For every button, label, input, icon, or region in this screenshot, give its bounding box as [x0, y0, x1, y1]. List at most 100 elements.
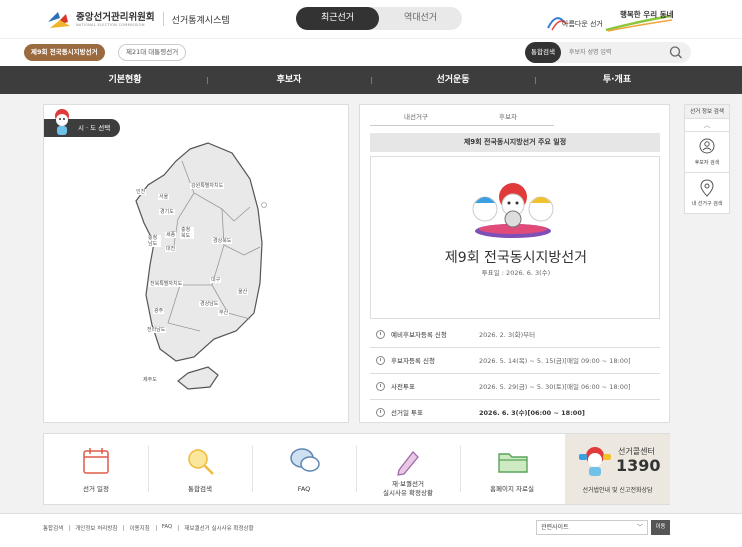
quick-by-election-status[interactable]: 재·보궐선거 실시사유 확정상황 — [356, 434, 460, 504]
election-subbar: 제9회 전국동시지방선거 제21대 대통령선거 통합검색 — [0, 38, 742, 66]
go-button[interactable]: 이동 — [651, 520, 670, 535]
tab-candidate[interactable]: 후보자 — [462, 110, 554, 126]
quick-integrated-search[interactable]: 통합검색 — [148, 434, 252, 504]
call-center-box[interactable]: 선거콜센터 1390 선거법안내 및 신고전화상담 — [565, 434, 670, 504]
chevron-up-icon[interactable]: ︿ — [685, 119, 729, 131]
quick-faq[interactable]: FAQ — [252, 434, 356, 504]
slogan-bottom: 아름다운 선거 — [562, 20, 603, 28]
region-gyeongbuk[interactable]: 경상북도 — [212, 238, 233, 244]
slogan-top: 행복한 우리 동네 — [620, 10, 674, 19]
quick-homepage-archive[interactable]: 홈페이지 자료실 — [460, 434, 564, 504]
pencil-icon — [397, 451, 419, 476]
nav-basic-status[interactable]: 기본현황 — [43, 66, 207, 94]
slogan: 행복한 우리 동네 아름다운 선거 — [546, 8, 676, 32]
quick-label: FAQ — [297, 485, 311, 493]
schedule-value: 2026. 2. 3(화)부터 — [479, 331, 536, 339]
schedule-value: 2026. 5. 29(금) ~ 5. 30(토)[매일 06:00 ~ 18:… — [479, 383, 631, 391]
hero-election-title: 제9회 전국동시지방선거 — [444, 250, 588, 266]
schedule-label: 예비후보자등록 신청 — [391, 331, 447, 339]
korea-map[interactable] — [124, 135, 324, 405]
footer-link-terms[interactable]: 이용지침 — [123, 524, 155, 532]
hero-election-date: 투표일 : 2026. 6. 3(수) — [481, 269, 551, 277]
region-seoul[interactable]: 서울 — [158, 194, 170, 200]
search-input[interactable] — [569, 45, 665, 60]
footer-link-search[interactable]: 통합검색 — [43, 524, 69, 532]
quick-label-line1: 재·보궐선거 — [392, 480, 424, 488]
side-candidate-search[interactable]: 후보자 검색 — [685, 131, 729, 172]
region-chungnam[interactable]: 충청 남도 — [147, 235, 161, 247]
quick-label: 홈페이지 자료실 — [490, 485, 534, 493]
region-gyeongnam[interactable]: 경상남도 — [199, 301, 220, 307]
quick-links: 선거 일정 통합검색 FAQ 재·보궐선거 실시사유 확정상황 홈페이지 자료실 — [43, 433, 670, 505]
call-center-desc: 선거법안내 및 신고전화상담 — [582, 487, 653, 494]
region-busan[interactable]: 부산 — [218, 310, 230, 316]
election-pill-local[interactable]: 제9회 전국동시지방선거 — [24, 44, 105, 61]
schedule-label: 선거일 투표 — [391, 409, 423, 417]
region-chungbuk[interactable]: 충청 북도 — [180, 227, 194, 239]
footer-link-privacy[interactable]: 개인정보 처리방침 — [69, 524, 123, 532]
nav-campaign[interactable]: 선거운동 — [371, 66, 535, 94]
region-jeonbuk[interactable]: 전북특별자치도 — [149, 281, 184, 287]
schedule-list: 예비후보자등록 신청 2026. 2. 3(화)부터 후보자등록 신청 2026… — [370, 322, 660, 426]
region-sejong[interactable]: 세종 — [165, 232, 177, 238]
region-jeonnam[interactable]: 전라남도 — [146, 327, 167, 333]
region-incheon[interactable]: 인천 — [135, 189, 147, 195]
nec-emblem-icon — [48, 12, 70, 28]
search-icon[interactable] — [668, 45, 684, 60]
person-search-icon — [699, 138, 715, 154]
schedule-row: 선거일 투표 2026. 6. 3(수)[06:00 ~ 18:00] — [370, 400, 660, 426]
region-daejeon[interactable]: 대전 — [165, 246, 177, 252]
magnifier-icon — [188, 449, 214, 475]
election-type-toggle: 최근선거 역대선거 — [296, 7, 462, 30]
search-label: 통합검색 — [525, 42, 561, 63]
side-district-search-label: 내 선거구 검색 — [691, 201, 723, 207]
quick-label: 통합검색 — [188, 485, 212, 493]
side-district-search[interactable]: 내 선거구 검색 — [685, 172, 729, 213]
search-box: 통합검색 — [525, 42, 691, 63]
header: 중앙선거관리위원회 NATIONAL ELECTION COMMISSION 선… — [0, 0, 742, 38]
nav-candidates[interactable]: 후보자 — [207, 66, 371, 94]
election-hero: 제9회 전국동시지방선거 투표일 : 2026. 6. 3(수) — [370, 156, 660, 319]
side-widget-title: 선거 정보 검색 — [685, 105, 729, 119]
mascot-icon — [55, 109, 69, 135]
clock-icon — [376, 382, 385, 391]
info-subtabs: 내선거구 후보자 — [370, 110, 650, 126]
main-nav: 기본현황 후보자 선거운동 투·개표 — [0, 66, 742, 94]
quick-election-schedule[interactable]: 선거 일정 — [44, 434, 148, 504]
footer-links: 통합검색 개인정보 처리방침 이용지침 FAQ 재보궐선거 실시사유 확정상황 — [43, 524, 260, 532]
region-jeju[interactable]: 제주도 — [142, 377, 158, 383]
system-name: 선거통계시스템 — [171, 15, 230, 26]
side-search-widget: 선거 정보 검색 ︿ 후보자 검색 내 선거구 검색 — [684, 104, 730, 214]
quick-label: 재·보궐선거 실시사유 확정상황 — [356, 480, 460, 498]
election-info-panel: 내선거구 후보자 제9회 전국동시지방선거 주요 일정 제9회 전국동시지방선거… — [359, 104, 670, 423]
election-pill-presidential[interactable]: 제21대 대통령선거 — [118, 44, 187, 61]
schedule-row: 후보자등록 신청 2026. 5. 14(목) ~ 5. 15(금)[매일 09… — [370, 348, 660, 374]
schedule-title: 제9회 전국동시지방선거 주요 일정 — [370, 133, 660, 152]
region-gwangju[interactable]: 광주 — [153, 308, 165, 314]
region-daegu[interactable]: 대구 — [210, 277, 222, 283]
related-sites-value: 관련사이트 — [541, 524, 569, 531]
footer: 통합검색 개인정보 처리방침 이용지침 FAQ 재보궐선거 실시사유 확정상황 … — [0, 513, 742, 547]
related-sites-select[interactable]: 관련사이트 ﹀ — [536, 520, 648, 535]
schedule-value: 2026. 5. 14(목) ~ 5. 15(금)[매일 09:00 ~ 18:… — [479, 357, 631, 365]
footer-link-by-election[interactable]: 재보궐선거 실시사유 확정상황 — [178, 524, 259, 532]
region-map-panel: 시 · 도 선택 인천 서울 경기도 강원특별자치도 충청 북도 충청 남도 세… — [43, 104, 349, 423]
location-pin-icon — [700, 179, 714, 197]
schedule-row: 사전투표 2026. 5. 29(금) ~ 5. 30(토)[매일 06:00 … — [370, 374, 660, 400]
schedule-label: 후보자등록 신청 — [391, 357, 435, 365]
chevron-down-icon: ﹀ — [636, 524, 643, 531]
tab-recent-election[interactable]: 최근선거 — [296, 7, 379, 30]
chat-bubbles-icon — [290, 448, 320, 472]
region-gangwon[interactable]: 강원특별자치도 — [190, 183, 225, 189]
tab-my-district[interactable]: 내선거구 — [370, 110, 462, 126]
nec-logo[interactable]: 중앙선거관리위원회 NATIONAL ELECTION COMMISSION 선… — [46, 8, 230, 30]
side-candidate-search-label: 후보자 검색 — [694, 160, 720, 166]
nav-voting-counting[interactable]: 투·개표 — [535, 66, 699, 94]
org-name: 중앙선거관리위원회 — [76, 11, 155, 23]
quick-label: 선거 일정 — [83, 485, 109, 493]
footer-link-faq[interactable]: FAQ — [155, 524, 179, 532]
tab-past-election[interactable]: 역대선거 — [379, 7, 462, 30]
region-ulsan[interactable]: 울산 — [237, 289, 249, 295]
clock-icon — [376, 408, 385, 417]
region-gyeonggi[interactable]: 경기도 — [159, 209, 175, 215]
